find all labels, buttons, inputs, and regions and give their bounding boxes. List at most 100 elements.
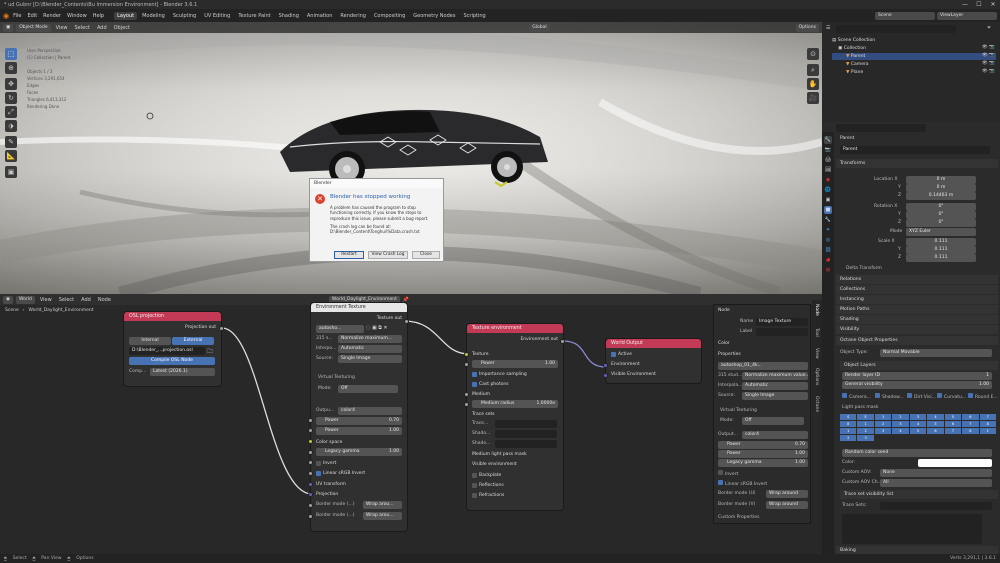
data-tab-icon[interactable]: ◕ [824,256,832,264]
worldout-env-socket[interactable] [603,363,608,368]
menu-render[interactable]: Render [41,13,63,19]
active-checkbox[interactable] [611,351,616,357]
node-environment-texture[interactable]: Environment Texture Texture out autosho.… [311,303,407,531]
pan-hand-icon[interactable]: ✋ [807,78,819,90]
outliner-item-collection[interactable]: ▣ Collection [832,45,996,52]
outliner-item-parent[interactable]: ▼ Parent [832,53,996,60]
vtab-octane[interactable]: Octane [814,396,819,412]
object-name-field[interactable]: Parent [840,146,990,154]
power1-field[interactable]: Power 0.70 [316,417,402,425]
node-texture-environment[interactable]: Texture environment Environment out Text… [467,324,563,510]
instancing-panel-header[interactable]: Instancing [836,295,998,304]
maximize-button[interactable]: ☐ [972,0,986,9]
rotate-tool-icon[interactable]: ↻ [5,92,17,104]
np-invert-row[interactable]: Invert [718,470,738,477]
vtab-view[interactable]: View [814,348,819,359]
texenv-radius-socket[interactable] [464,402,469,407]
move-tool-icon[interactable]: ✥ [5,78,17,90]
lp-cell-2[interactable]: 1 [874,414,892,420]
osl-internal-button[interactable]: Internal [129,337,171,345]
output-tab-icon[interactable]: 🖨 [824,156,832,164]
np-legacy-field[interactable]: Legacy gamma 1.00 [718,459,808,467]
select-box-tool-icon[interactable]: ⬚ [5,48,17,60]
colorspace-dropdown[interactable]: Normalize maximum... [338,335,402,343]
camera-vis-checkbox[interactable] [842,393,847,398]
tab-scripting[interactable]: Scripting [460,12,488,20]
tab-compositing[interactable]: Compositing [371,12,408,20]
lp-cell-20[interactable]: 3 [874,428,892,434]
loc-y-field[interactable]: 0 m [906,184,976,192]
zoom-icon[interactable]: ⌕ [807,64,819,76]
np-image-field[interactable]: autoshop_01_4k... [718,362,808,370]
dirt-vis-check[interactable]: Dirt Visi... [907,393,936,400]
border1-dropdown[interactable]: Wrap arou... [363,501,402,509]
lp-cell-10[interactable]: 1 [857,421,874,427]
trace3-field[interactable] [495,440,557,448]
tab-animation[interactable]: Animation [304,12,336,20]
linear-socket[interactable] [308,471,313,476]
image-controls-icon[interactable]: ◌ ▣ ⧉ ✕ [366,325,388,331]
np-name-field[interactable]: Image Texture [756,318,808,326]
legacy-gamma-field[interactable]: Legacy gamma 1.00 [316,448,402,456]
rot-y-field[interactable]: 0° [906,211,976,219]
border2-socket[interactable] [308,514,313,519]
importance-row[interactable]: Importance sampling [472,370,558,378]
transform-tool-icon[interactable]: ⬗ [5,120,17,132]
tab-shading[interactable]: Shading [276,12,302,20]
camera-view-icon[interactable]: 🎥 [807,92,819,104]
folder-icon[interactable]: 🗀 [207,347,213,357]
transforms-panel-header[interactable]: Transforms [836,159,998,168]
texenv-medium-socket[interactable] [464,392,469,397]
collection-tab-icon[interactable]: ▣ [824,196,832,204]
envtex-out-socket[interactable] [404,319,409,324]
world-tab-icon[interactable]: 🌐 [824,186,832,194]
random-seed-field[interactable]: Random color seed [842,449,992,457]
particles-tab-icon[interactable]: ✶ [824,226,832,234]
node-osl-projection[interactable]: OSL projection Projection out Internal E… [124,312,221,386]
lp-cell-8[interactable]: 7 [979,414,996,420]
navigation-gizmo-icon[interactable]: ⊙ [807,48,819,60]
lp-cell-15[interactable]: 6 [944,421,962,427]
curvature-vis-checkbox[interactable] [937,393,942,398]
lp-cell-28[interactable]: 3 [857,435,874,441]
power1-socket[interactable] [308,418,313,423]
osl-path-field[interactable]: D:\Blender_...projection.osl [129,347,205,355]
refractions-row[interactable]: Refractions [472,491,558,499]
image-name-field[interactable]: autosho... [316,325,364,333]
osl-external-button[interactable]: External [172,337,214,345]
interp-dropdown[interactable]: Automatic [338,345,402,353]
texenv-power-socket[interactable] [464,362,469,367]
texenv-out-socket[interactable] [560,339,565,344]
general-visibility-field[interactable]: General visibility 1.00 [842,381,992,389]
light-pass-grid[interactable]: S E 1 2 3 4 5 6 7 8 1 2 3 4 5 6 7 8 1 2 … [840,414,996,441]
visibility-eye-icon-2[interactable]: 👁 📷 [982,53,995,58]
legacy-socket[interactable] [308,450,313,455]
np-linear-checkbox[interactable] [718,480,723,485]
power2-field[interactable]: Power 1.00 [316,427,402,435]
outliner-search-input[interactable] [836,25,956,33]
lp-cell-14[interactable]: 5 [927,421,944,427]
reflections-row[interactable]: Reflections [472,481,558,489]
tab-sculpting[interactable]: Sculpting [170,12,199,20]
modifier-tab-icon[interactable]: 🔧 [824,216,832,224]
lp-cell-23[interactable]: 6 [927,428,944,434]
lp-cell-21[interactable]: 4 [892,428,909,434]
close-window-button[interactable]: ✕ [986,0,1000,9]
trace2-field[interactable] [495,430,557,438]
tab-uv-editing[interactable]: UV Editing [201,12,233,20]
compile-osl-button[interactable]: Compile OSL Node [129,357,215,365]
lp-cell-25[interactable]: 8 [962,428,979,434]
scale-z-field[interactable]: 0.111 [906,254,976,262]
dialog-close-button[interactable]: Close [412,251,440,259]
viewlayer-selector[interactable]: ViewLayer [937,11,997,20]
menu-file[interactable]: File [11,13,23,19]
np-out-dropdown[interactable]: color4 [742,431,808,439]
np-source-dropdown[interactable]: Single Image [742,392,808,400]
scale-tool-icon[interactable]: ⤢ [5,106,17,118]
tab-geometry-nodes[interactable]: Geometry Nodes [410,12,458,20]
linear-row[interactable]: Linear sRGB Invert [316,469,402,477]
np-power1-field[interactable]: Power 0.70 [718,441,808,449]
lp-cell-13[interactable]: 4 [909,421,927,427]
texenv-texture-socket[interactable] [464,352,469,357]
lp-cell-22[interactable]: 5 [909,428,927,434]
